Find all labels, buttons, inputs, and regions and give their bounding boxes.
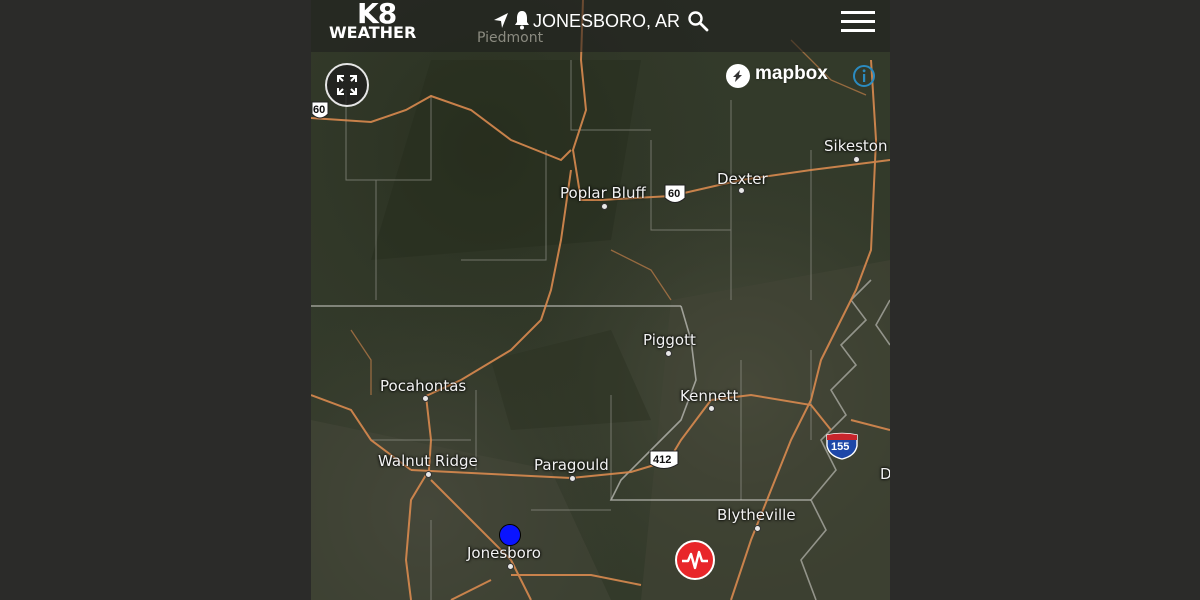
location-label[interactable]: JONESBORO, AR (533, 11, 680, 32)
weather-app-screen: K8 WEATHER JONESBORO, AR mapbox Piedmont… (311, 0, 890, 600)
city-label-piedmont: Piedmont (477, 30, 544, 46)
us-highway-412-shield: 412 (648, 449, 680, 473)
city-label-walnut-ridge: Walnut Ridge (378, 452, 478, 470)
mapbox-logo-icon (726, 64, 750, 88)
app-header: K8 WEATHER JONESBORO, AR (311, 0, 890, 52)
city-label-pocahontas: Pocahontas (380, 377, 467, 395)
earthquake-marker[interactable] (675, 540, 715, 580)
city-dot-poplar-bluff (601, 203, 608, 210)
highway-number: 60 (668, 188, 681, 200)
current-location-marker[interactable] (499, 524, 521, 546)
city-dot-walnut-ridge (425, 471, 432, 478)
city-label-dexter: Dexter (717, 170, 768, 188)
city-dot-dexter (738, 187, 745, 194)
city-label-jonesboro: Jonesboro (467, 544, 541, 562)
us-highway-60-shield-right: 60 (663, 183, 687, 207)
mapbox-wordmark: mapbox (755, 63, 828, 84)
city-dot-sikeston (853, 156, 860, 163)
us-highway-60-shield-left: 60 (311, 100, 329, 122)
city-dot-piggott (665, 350, 672, 357)
hamburger-menu-icon[interactable] (841, 11, 875, 33)
city-label-kennett: Kennett (680, 387, 739, 405)
city-dot-blytheville (754, 525, 761, 532)
navigation-arrow-icon[interactable] (492, 12, 510, 30)
highway-number: 60 (313, 104, 326, 116)
info-icon[interactable] (852, 64, 876, 88)
city-label-paragould: Paragould (534, 456, 609, 474)
city-dot-jonesboro (507, 563, 514, 570)
highway-number: 412 (653, 454, 672, 466)
city-dot-pocahontas (422, 395, 429, 402)
city-label-sikeston: Sikeston (824, 137, 888, 155)
city-label-edge-d: D (880, 465, 890, 483)
bell-icon[interactable] (513, 10, 531, 30)
city-label-piggott: Piggott (643, 331, 696, 349)
interstate-155-shield: 155 (825, 432, 859, 460)
city-label-blytheville: Blytheville (717, 506, 796, 524)
city-dot-kennett (708, 405, 715, 412)
city-label-poplar-bluff: Poplar Bluff (560, 184, 646, 202)
logo-weather-text: WEATHER (329, 23, 417, 42)
expand-arrows-icon (337, 75, 357, 95)
seismic-wave-icon (682, 550, 708, 570)
search-icon[interactable] (687, 10, 709, 32)
highway-number: 155 (831, 441, 850, 453)
satellite-map[interactable] (311, 0, 890, 600)
city-dot-paragould (569, 475, 576, 482)
fullscreen-button[interactable] (325, 63, 369, 107)
